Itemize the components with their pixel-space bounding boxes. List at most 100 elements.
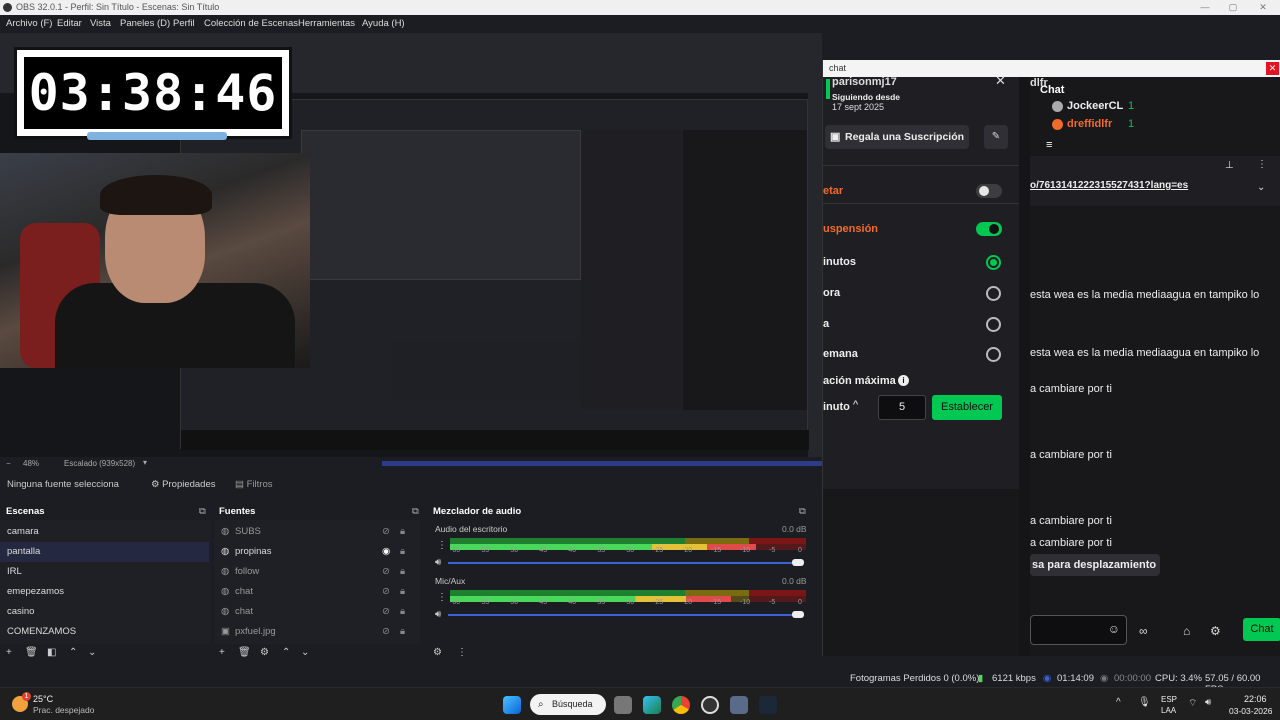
move-up-icon[interactable]: ⌃ xyxy=(69,647,77,663)
eye-hidden-icon[interactable]: ⊘ xyxy=(382,522,390,542)
source-item[interactable]: ◍ follow ⊘ 🔒︎ xyxy=(214,562,418,582)
chrome-icon[interactable] xyxy=(672,696,690,714)
remove-source-icon[interactable]: 🗑 xyxy=(238,647,251,663)
keyboard-layout[interactable]: LAA xyxy=(1161,706,1176,715)
chat-send-button[interactable]: Chat xyxy=(1243,618,1280,641)
scene-item[interactable]: casino xyxy=(0,602,209,622)
taskbar-search[interactable]: ⌕ Búsqueda xyxy=(530,694,606,715)
lock-icon[interactable]: 🔒︎ xyxy=(400,522,405,542)
remove-scene-icon[interactable]: 🗑 xyxy=(25,647,38,663)
gift-sub-button[interactable]: ▣ Regala una Suscripción xyxy=(825,125,969,149)
clock-date[interactable]: 03-03-2026 xyxy=(1229,706,1272,716)
lock-icon[interactable]: 🔒︎ xyxy=(400,562,405,582)
source-item[interactable]: ◍ chat ⊘ 🔒︎ xyxy=(214,602,418,622)
filters-button[interactable]: ▤ Filtros xyxy=(235,479,273,490)
gear-icon[interactable]: ⚙ xyxy=(1210,624,1221,638)
chevron-up-icon[interactable]: ^ xyxy=(1116,697,1121,708)
scroll-paused-notice[interactable]: sa para desplazamiento xyxy=(1030,554,1160,576)
windows-start-icon[interactable] xyxy=(503,696,521,714)
obs-icon[interactable] xyxy=(701,696,719,714)
source-item[interactable]: ◍ chat ⊘ 🔒︎ xyxy=(214,582,418,602)
channel-menu-icon[interactable]: ⋮ xyxy=(437,540,447,551)
dock-float-icon[interactable]: ⧉ xyxy=(412,506,419,520)
preview-scrollbar[interactable] xyxy=(382,461,822,466)
menu-profile[interactable]: Perfil xyxy=(173,18,195,29)
gift-icon[interactable]: ⌂ xyxy=(1183,624,1190,638)
volume-slider[interactable] xyxy=(448,562,804,564)
preview-canvas[interactable]: 03:38:46 xyxy=(0,33,822,457)
eye-hidden-icon[interactable]: ⊘ xyxy=(382,562,390,582)
source-item[interactable]: ▣ pxfuel.jpg ⊘ 🔒︎ xyxy=(214,622,418,642)
lock-icon[interactable]: 🔒︎ xyxy=(400,602,405,622)
duration-input[interactable]: 5 xyxy=(878,395,926,420)
chevron-down-icon[interactable]: ▾ xyxy=(143,458,147,467)
lock-icon[interactable]: 🔒︎ xyxy=(400,582,405,602)
channel-menu-icon[interactable]: ⋮ xyxy=(437,592,447,603)
microphone-icon[interactable]: 🎙︎ xyxy=(1138,697,1151,708)
radio-week[interactable] xyxy=(986,347,1001,362)
speaker-icon[interactable]: 🔊︎ xyxy=(435,609,441,620)
suspension-toggle[interactable] xyxy=(976,222,1002,236)
delete-toggle[interactable] xyxy=(976,184,1002,198)
zoom-out-icon[interactable]: − xyxy=(6,459,11,468)
task-view-icon[interactable] xyxy=(614,696,632,714)
add-scene-icon[interactable]: + xyxy=(6,647,12,663)
eye-hidden-icon[interactable]: ⊘ xyxy=(382,602,390,622)
menu-tools[interactable]: Herramientas xyxy=(298,18,355,29)
collapse-icon[interactable]: ≡ xyxy=(1046,139,1052,151)
info-icon[interactable]: i xyxy=(898,375,909,386)
maximize-icon[interactable]: ▢ xyxy=(1218,0,1248,15)
move-up-icon[interactable]: ⌃ xyxy=(282,647,290,663)
mixer-menu-icon[interactable]: ⋮ xyxy=(457,647,467,663)
top-chatter-name[interactable]: JockeerCL xyxy=(1067,100,1123,112)
scene-item[interactable]: IRL xyxy=(0,562,209,582)
emote-icon[interactable]: ☺ xyxy=(1108,622,1120,636)
wifi-icon[interactable]: ⌔ xyxy=(1188,697,1197,710)
radio-hour[interactable] xyxy=(986,286,1001,301)
add-source-icon[interactable]: + xyxy=(219,647,225,663)
more-options-icon[interactable]: ⋮ xyxy=(1257,159,1267,170)
eye-icon[interactable]: ◉ xyxy=(382,542,390,562)
dock-float-icon[interactable]: ⧉ xyxy=(199,506,206,520)
keyboard-lang[interactable]: ESP xyxy=(1161,695,1177,704)
speaker-icon[interactable]: 🔊︎ xyxy=(435,557,441,568)
volume-slider[interactable] xyxy=(448,614,804,616)
close-icon[interactable]: ✕ xyxy=(1266,62,1279,75)
menu-edit[interactable]: Editar xyxy=(57,18,82,29)
source-item[interactable]: ◍ propinas ◉ 🔒︎ xyxy=(214,542,418,562)
pin-icon[interactable]: ⊥ xyxy=(1225,160,1234,171)
properties-button[interactable]: ⚙ Propiedades xyxy=(151,479,216,490)
scene-filter-icon[interactable]: ◧ xyxy=(47,647,56,663)
close-icon[interactable]: ✕ xyxy=(995,73,1006,89)
scene-item[interactable]: camara xyxy=(0,522,209,542)
chevron-down-icon[interactable]: ⌄ xyxy=(1257,182,1265,193)
eye-hidden-icon[interactable]: ⊘ xyxy=(382,622,390,642)
menu-docks[interactable]: Paneles (D) xyxy=(120,18,170,29)
source-item[interactable]: ◍ SUBS ⊘ 🔒︎ xyxy=(214,522,418,542)
menu-scene-collection[interactable]: Colección de Escenas xyxy=(204,18,298,29)
source-settings-icon[interactable]: ⚙ xyxy=(260,647,269,663)
menu-file[interactable]: Archivo (F) xyxy=(6,18,52,29)
minimize-icon[interactable]: — xyxy=(1190,0,1220,15)
scene-item[interactable]: COMENZAMOS xyxy=(0,622,209,642)
set-duration-button[interactable]: Establecer xyxy=(932,395,1002,420)
menu-help[interactable]: Ayuda (H) xyxy=(362,18,405,29)
chat-input[interactable]: ☺ xyxy=(1030,615,1127,645)
lock-icon[interactable]: 🔒︎ xyxy=(400,542,405,562)
scene-item[interactable]: emepezamos xyxy=(0,582,209,602)
volume-slider-handle[interactable] xyxy=(792,559,804,566)
move-down-icon[interactable]: ⌄ xyxy=(301,647,309,663)
volume-slider-handle[interactable] xyxy=(792,611,804,618)
radio-day[interactable] xyxy=(986,317,1001,332)
menu-view[interactable]: Vista xyxy=(90,18,111,29)
duration-unit-label[interactable]: inuto xyxy=(823,401,850,413)
volume-icon[interactable]: 🔊︎ xyxy=(1205,697,1211,708)
dock-float-icon[interactable]: ⧉ xyxy=(799,506,806,520)
lock-icon[interactable]: 🔒︎ xyxy=(400,622,405,642)
pinned-link[interactable]: o/761314122231552743​1?lang=es xyxy=(1030,180,1188,191)
scene-item-selected[interactable]: pantalla xyxy=(0,542,209,562)
advanced-audio-icon[interactable]: ⚙ xyxy=(433,647,442,663)
settings-icon[interactable] xyxy=(730,696,748,714)
chevron-up-icon[interactable]: ^ xyxy=(853,399,858,411)
points-icon[interactable]: ∞ xyxy=(1139,624,1148,638)
